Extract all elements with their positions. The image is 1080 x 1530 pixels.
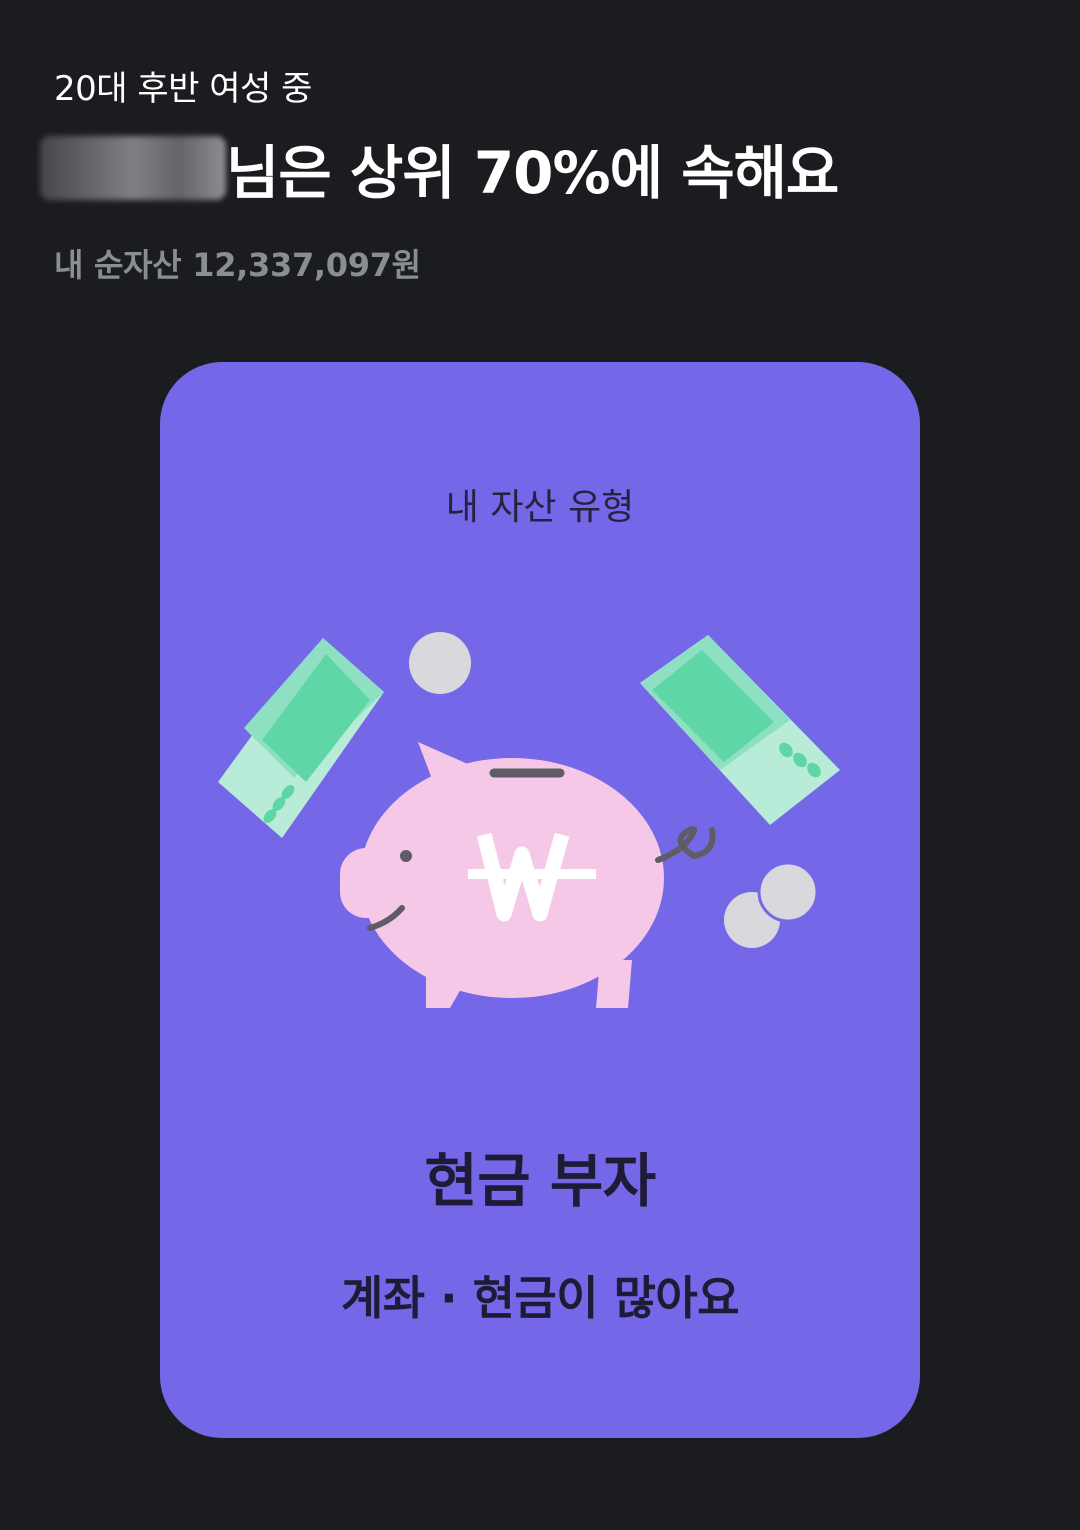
rank-text: 님은 상위 70%에 속해요	[226, 139, 839, 207]
rank-headline: 님은 상위 70%에 속해요	[40, 128, 839, 208]
money-bill-right-icon	[640, 635, 840, 825]
asset-type-title: 현금 부자	[424, 1147, 656, 1215]
coin-icon	[757, 861, 819, 923]
piggy-bank-won-icon	[218, 632, 840, 1008]
coin-icon	[409, 632, 471, 694]
net-assets-text: 내 순자산 12,337,097원	[54, 246, 421, 284]
asset-type-label: 내 자산 유형	[445, 487, 635, 528]
segment-subtitle: 20대 후반 여성 중	[54, 69, 312, 109]
piggy-bank-icon	[340, 742, 716, 1008]
blurred-user-name	[40, 136, 226, 200]
asset-type-description: 계좌 · 현금이 많아요	[340, 1271, 740, 1325]
money-bill-left-icon	[218, 638, 384, 838]
